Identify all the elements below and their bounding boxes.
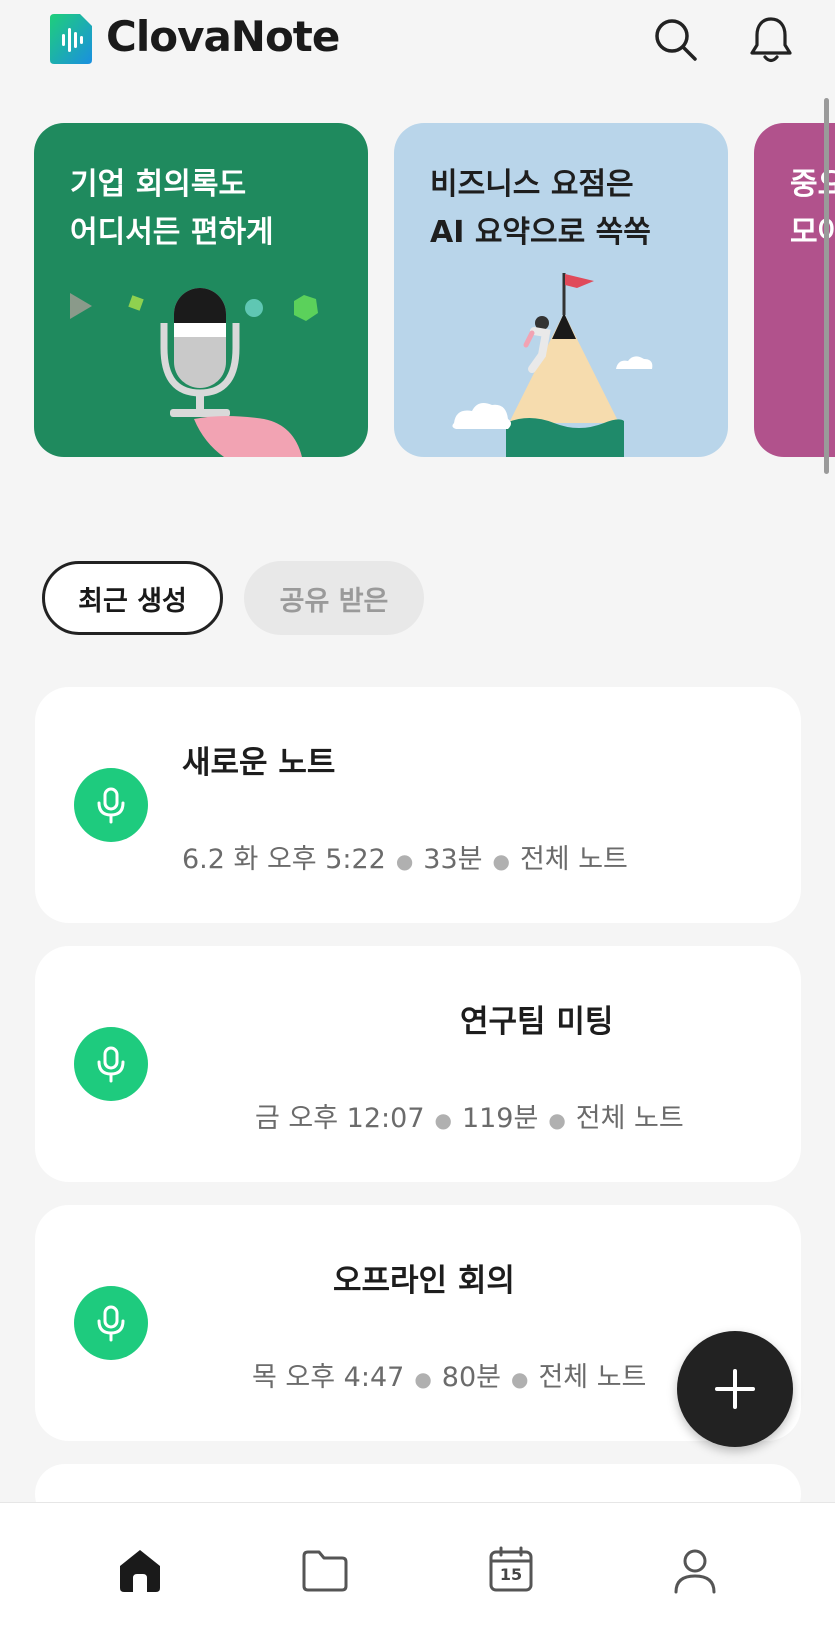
separator-dot: ●: [434, 1107, 452, 1132]
promo-banner-partial[interactable]: 중요 모아: [754, 123, 835, 457]
note-mic-badge: [74, 1027, 148, 1101]
profile-icon[interactable]: [669, 1544, 721, 1596]
note-datetime: 금 오후 12:07: [255, 1103, 425, 1134]
microphone-icon: [97, 787, 125, 824]
separator-dot: ●: [414, 1366, 432, 1391]
app-title: ClovaNote: [106, 12, 340, 61]
folder-icon[interactable]: [299, 1544, 351, 1596]
search-icon[interactable]: [650, 14, 702, 66]
notification-bell-icon[interactable]: [745, 14, 797, 66]
note-duration: 119분: [461, 1103, 539, 1134]
calendar-nav[interactable]: 15: [485, 1544, 537, 1596]
note-folder: 전체 노트: [575, 1103, 684, 1134]
filter-recent-chip[interactable]: 최근 생성: [42, 561, 223, 635]
note-mic-badge: [74, 768, 148, 842]
mountain-climber-illustration-icon: [452, 273, 653, 457]
microphone-illustration-icon: [70, 288, 318, 457]
separator-dot: ●: [510, 1366, 529, 1391]
separator-dot: ●: [548, 1107, 566, 1132]
microphone-icon: [97, 1046, 125, 1083]
note-meta: 6.2 화 오후 5:22 ● 33분 ● 전체 노트: [182, 837, 628, 876]
note-duration: 33분: [423, 844, 483, 875]
clovanote-logo-icon: [50, 14, 92, 64]
note-title: 새로운 노트: [182, 745, 336, 781]
note-duration: 80분: [441, 1362, 501, 1393]
promo-banner-ai-summary[interactable]: 비즈니스 요점은 AI 요약으로 쏙쏙: [394, 123, 728, 457]
note-folder: 전체 노트: [538, 1362, 647, 1393]
separator-dot: ●: [492, 848, 510, 873]
filter-shared-chip[interactable]: 공유 받은: [244, 561, 424, 635]
bottom-nav: 15: [0, 1502, 835, 1640]
note-title: 오프라인 회의: [333, 1263, 515, 1299]
note-folder: 전체 노트: [519, 844, 628, 875]
note-title: 연구팀 미팅: [460, 1004, 614, 1040]
top-bar: ClovaNote: [0, 0, 835, 82]
note-mic-badge: [74, 1286, 148, 1360]
note-meta: 금 오후 12:07 ● 119분 ● 전체 노트: [255, 1096, 684, 1135]
scrollbar[interactable]: [824, 98, 829, 474]
plus-icon: [715, 1369, 755, 1409]
home-icon[interactable]: [114, 1544, 166, 1596]
new-note-fab[interactable]: [677, 1331, 793, 1447]
promo-banner-meeting-notes[interactable]: 기업 회의록도 어디서든 편하게: [34, 123, 368, 457]
calendar-day: 15: [499, 1565, 523, 1584]
separator-dot: ●: [395, 848, 414, 873]
note-meta: 목 오후 4:47 ● 80분 ● 전체 노트: [252, 1355, 646, 1394]
note-card[interactable]: 연구팀 미팅 금 오후 12:07 ● 119분 ● 전체 노트: [35, 946, 801, 1182]
microphone-icon: [97, 1305, 125, 1342]
promo-banner-carousel[interactable]: 기업 회의록도 어디서든 편하게 비즈니스 요점은 AI 요약으로 쏙쏙 중 모: [0, 123, 835, 458]
note-datetime: 6.2 화 오후 5:22: [182, 844, 386, 875]
note-datetime: 목 오후 4:47: [252, 1362, 405, 1393]
note-card[interactable]: 새로운 노트 6.2 화 오후 5:22 ● 33분 ● 전체 노트: [35, 687, 801, 923]
